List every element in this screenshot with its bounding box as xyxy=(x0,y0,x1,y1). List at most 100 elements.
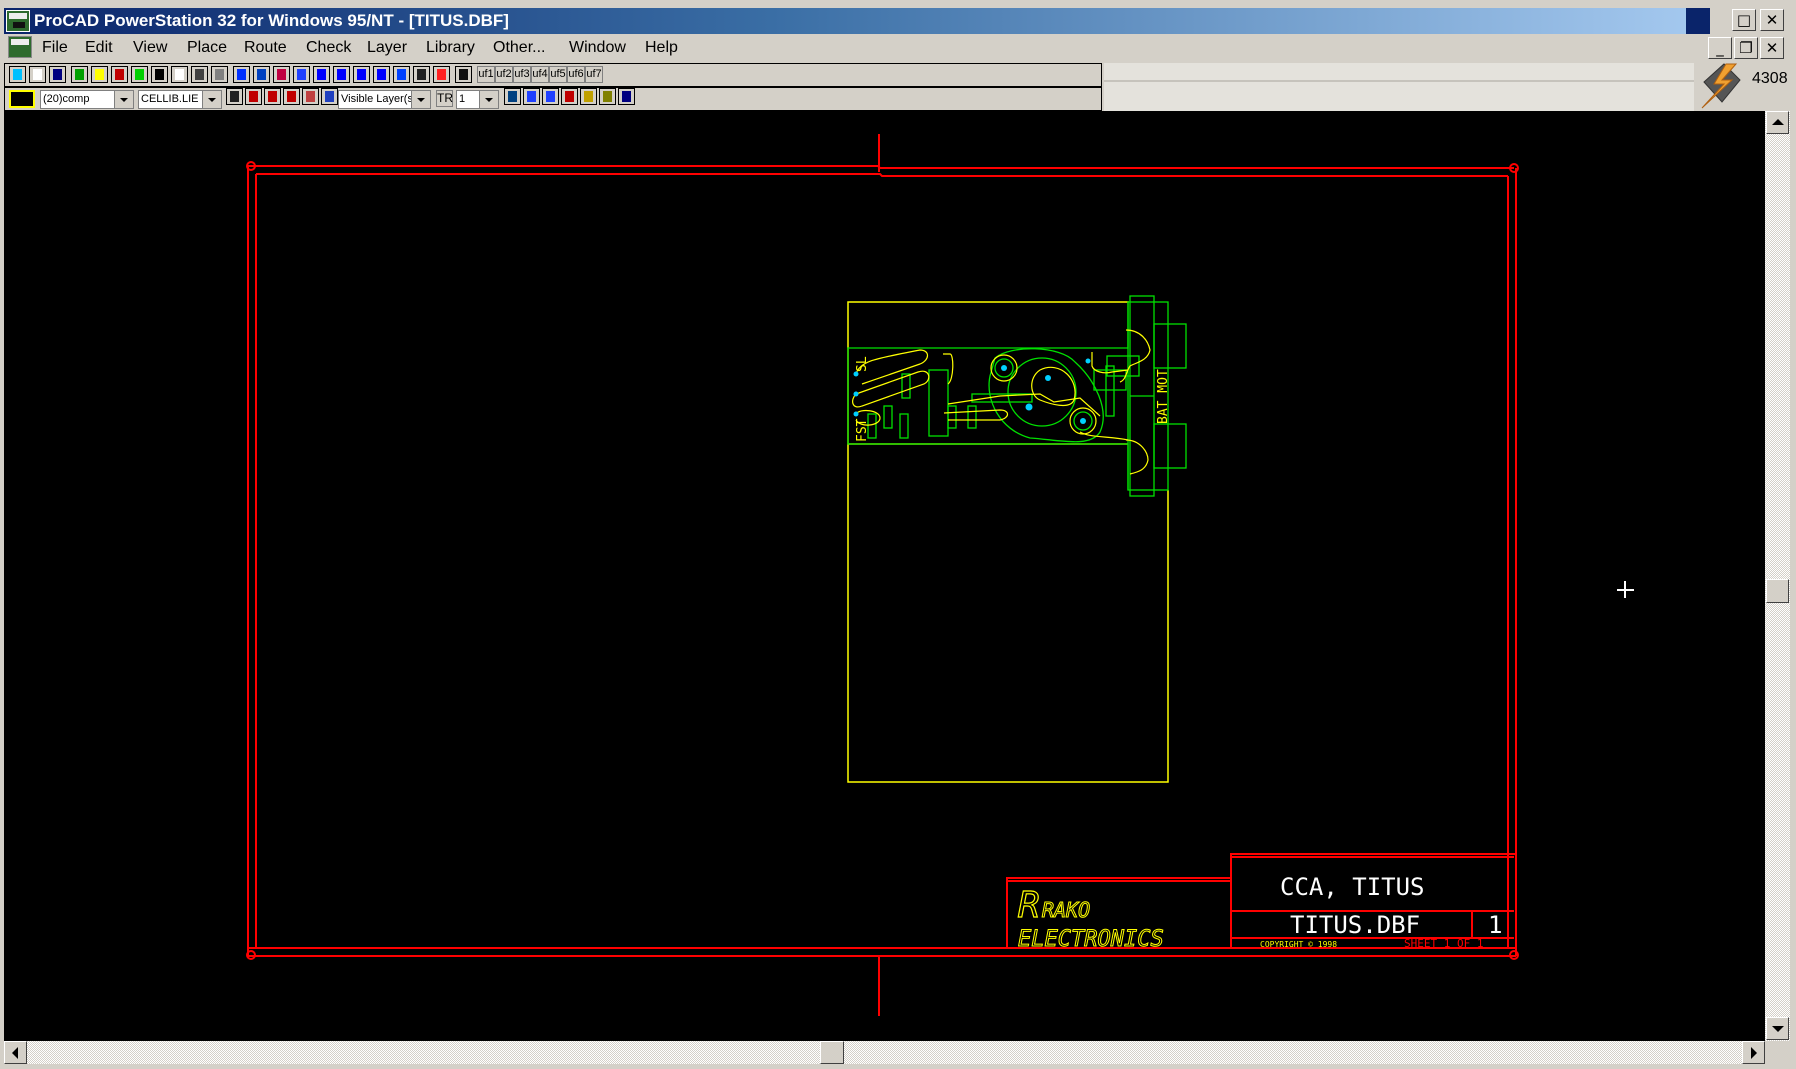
component-outline xyxy=(899,413,909,439)
copyright-text: COPYRIGHT © 1998 xyxy=(1260,940,1337,949)
zoom-in-button[interactable] xyxy=(523,88,540,105)
chevron-down-icon[interactable] xyxy=(114,91,133,108)
via-button[interactable] xyxy=(191,66,208,83)
text-button[interactable] xyxy=(393,66,410,83)
save-button[interactable] xyxy=(49,66,66,83)
snap-button[interactable] xyxy=(618,88,635,105)
open-file-button[interactable] xyxy=(29,66,46,83)
connector-pad-bottom xyxy=(1153,423,1187,469)
new-file-button[interactable] xyxy=(9,66,26,83)
scroll-down-button[interactable] xyxy=(1766,1017,1789,1040)
circle-button[interactable] xyxy=(333,66,350,83)
chevron-down-icon[interactable] xyxy=(202,91,221,108)
layer-select[interactable]: (20)comp xyxy=(40,90,134,109)
dimension-button[interactable] xyxy=(433,66,450,83)
scroll-up-button[interactable] xyxy=(1766,111,1789,134)
redraw-button[interactable] xyxy=(561,88,578,105)
layer-colors-button[interactable] xyxy=(321,88,338,105)
pan-button[interactable] xyxy=(599,88,616,105)
menu-library[interactable]: Library xyxy=(426,36,475,60)
edit-route-button[interactable] xyxy=(293,66,310,83)
user-function-uf4-button[interactable]: uf4 xyxy=(531,66,549,83)
netlist-button[interactable] xyxy=(131,66,148,83)
trace-icon xyxy=(317,69,326,80)
part-button[interactable] xyxy=(151,66,168,83)
select-arrow-button[interactable] xyxy=(264,88,281,105)
restore-doc-button[interactable]: ❐ xyxy=(1734,37,1758,59)
maximize-button[interactable]: □ xyxy=(1732,9,1756,31)
grid-select[interactable]: 1 xyxy=(456,90,499,109)
menu-layer[interactable]: Layer xyxy=(367,36,407,60)
open-file-icon xyxy=(33,69,42,80)
unroute-button[interactable] xyxy=(273,66,290,83)
zoom-out-button[interactable] xyxy=(542,88,559,105)
app-icon[interactable] xyxy=(6,10,30,32)
drawing-canvas[interactable]: CCA, TITUS TITUS.DBF 1 COPYRIGHT © 1998 … xyxy=(4,111,1765,1041)
chevron-down-icon[interactable] xyxy=(411,91,430,108)
menu-view[interactable]: View xyxy=(133,36,167,60)
filled-circle-button[interactable] xyxy=(353,66,370,83)
restore-icon: ❐ xyxy=(1739,39,1753,57)
pcb-drawing[interactable]: CCA, TITUS TITUS.DBF 1 COPYRIGHT © 1998 … xyxy=(4,111,1765,1041)
object-count: 4308 xyxy=(1752,70,1788,87)
user-function-uf6-button[interactable]: uf6 xyxy=(567,66,585,83)
refresh-button[interactable] xyxy=(111,66,128,83)
vertical-scrollbar[interactable] xyxy=(1765,111,1790,1041)
horizontal-scrollbar[interactable] xyxy=(4,1041,1765,1064)
connector-pad-top xyxy=(1153,323,1187,369)
scroll-right-button[interactable] xyxy=(1742,1041,1765,1064)
component-button[interactable] xyxy=(71,66,88,83)
user-function-uf7-button[interactable]: uf7 xyxy=(585,66,603,83)
scroll-left-button[interactable] xyxy=(4,1041,27,1064)
properties-button[interactable] xyxy=(226,88,243,105)
menu-check[interactable]: Check xyxy=(306,36,351,60)
minimize-doc-button[interactable]: _ xyxy=(1708,37,1732,59)
library-select-value: CELLIB.LIE xyxy=(141,93,199,105)
close-button[interactable]: ✕ xyxy=(1760,9,1784,31)
crosshair-cursor xyxy=(1617,581,1634,598)
menu-file[interactable]: File xyxy=(42,36,68,60)
place-part-button[interactable] xyxy=(233,66,250,83)
menu-route[interactable]: Route xyxy=(244,36,287,60)
document-icon[interactable] xyxy=(8,36,32,58)
user-function-uf5-button[interactable]: uf5 xyxy=(549,66,567,83)
select-red-button[interactable] xyxy=(283,88,300,105)
menu-help[interactable]: Help xyxy=(645,36,678,60)
rectangle-button[interactable] xyxy=(373,66,390,83)
user-function-uf3-button[interactable]: uf3 xyxy=(513,66,531,83)
select-partial-button[interactable] xyxy=(302,88,319,105)
horizontal-scroll-thumb[interactable] xyxy=(820,1041,844,1064)
close-doc-button[interactable]: ✕ xyxy=(1760,37,1784,59)
layer-color-swatch[interactable] xyxy=(9,90,35,108)
trace-button[interactable] xyxy=(313,66,330,83)
chevron-down-icon[interactable] xyxy=(479,91,498,108)
menu-edit[interactable]: Edit xyxy=(85,36,113,60)
menu-other[interactable]: Other... xyxy=(493,36,545,60)
snap-icon xyxy=(622,91,631,102)
user-function-uf2-button[interactable]: uf2 xyxy=(495,66,513,83)
library-edit-button[interactable] xyxy=(91,66,108,83)
vertical-scroll-thumb[interactable] xyxy=(1766,579,1789,603)
text-block-button[interactable] xyxy=(211,66,228,83)
route-button[interactable] xyxy=(253,66,270,83)
check-mark-button[interactable] xyxy=(245,88,262,105)
library-select[interactable]: CELLIB.LIE xyxy=(138,90,222,109)
pin-button[interactable] xyxy=(413,66,430,83)
status-widget: 4308 xyxy=(1696,60,1792,110)
user-function-uf1-button[interactable]: uf1 xyxy=(477,66,495,83)
route-icon xyxy=(257,69,266,80)
zoom-fit-button[interactable] xyxy=(504,88,521,105)
menu-window[interactable]: Window xyxy=(569,36,626,60)
select-red-icon xyxy=(287,91,296,102)
visible-layers-select[interactable]: Visible Layer(s xyxy=(338,90,431,109)
menu-place[interactable]: Place xyxy=(187,36,227,60)
tr-button[interactable]: TR xyxy=(436,90,453,107)
divider xyxy=(1104,80,1694,82)
home-button[interactable] xyxy=(580,88,597,105)
pad-button[interactable] xyxy=(171,66,188,83)
drill-hole xyxy=(1045,375,1051,381)
zoom-fit-icon xyxy=(508,91,517,102)
print-button[interactable] xyxy=(455,66,472,83)
place-part-icon xyxy=(237,69,246,80)
drill-hole xyxy=(853,391,859,397)
